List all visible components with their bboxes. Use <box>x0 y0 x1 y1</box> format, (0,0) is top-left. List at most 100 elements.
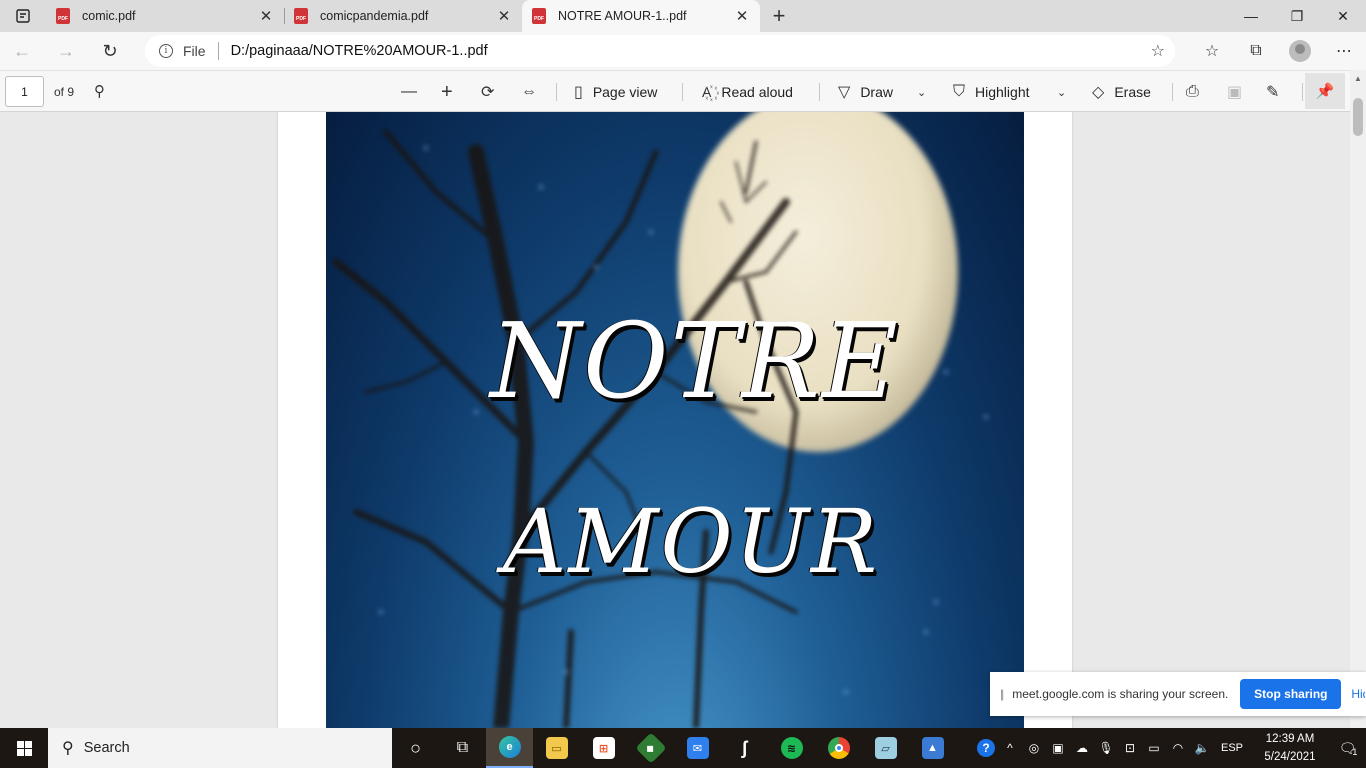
url-field[interactable]: i File D:/paginaaa/NOTRE%20AMOUR-1..pdf … <box>145 35 1175 67</box>
refresh-button[interactable]: ↻ <box>88 32 132 70</box>
scrollbar-thumb[interactable] <box>1353 98 1363 136</box>
share-message: meet.google.com is sharing your screen. <box>1012 687 1229 701</box>
vertical-scrollbar[interactable]: ▲ <box>1350 70 1366 728</box>
minimize-button[interactable]: — <box>1228 0 1274 32</box>
pdf-icon: PDF <box>532 8 546 24</box>
print-icon: ⎙ <box>1186 83 1199 100</box>
wifi-icon[interactable]: ◠ <box>1166 741 1190 755</box>
save-button[interactable]: ▣ <box>1227 71 1252 113</box>
new-tab-button[interactable]: + <box>760 0 798 32</box>
pdf-viewer[interactable]: NOTRE AMOUR <box>0 112 1350 728</box>
restore-button[interactable]: ❐ <box>1274 0 1320 32</box>
erase-label: Erase <box>1114 84 1151 100</box>
arrow-right-icon: → <box>57 40 75 61</box>
highlight-icon: ⛉ <box>953 83 966 100</box>
highlight-button[interactable]: ⛉ Highlight <box>953 71 1030 113</box>
tab-comic[interactable]: PDF comic.pdf ✕ <box>46 0 284 32</box>
profile-avatar[interactable] <box>1289 40 1311 62</box>
read-aloud-label: Read aloud <box>721 84 793 100</box>
search-icon[interactable]: ⚲ <box>94 82 105 100</box>
scroll-up-arrow-icon[interactable]: ▲ <box>1350 70 1366 86</box>
divider <box>819 83 820 101</box>
forward-button[interactable]: → <box>44 32 88 70</box>
chevron-up-icon[interactable]: ^ <box>998 741 1022 755</box>
fit-page-button[interactable]: ⇔ <box>521 71 547 113</box>
more-icon: ⋯ <box>1336 43 1352 60</box>
taskbar-app-green[interactable]: ◆ <box>627 728 674 768</box>
draw-icon: ▽ <box>838 84 851 101</box>
taskbar: ⚲ Search ○ ⧉ e ▭ ⊞ ◆ ✉ ʃ ≋ ▱ ▲ ? ^ ◎ ▣ ☁… <box>0 728 1366 768</box>
favorites-button[interactable]: ☆ <box>1190 32 1234 70</box>
taskbar-store[interactable]: ⊞ <box>580 728 627 768</box>
add-favorite-icon[interactable]: ☆ <box>1151 41 1165 61</box>
clock[interactable]: 12:39 AM 5/24/2021 <box>1250 730 1330 766</box>
highlight-label: Highlight <box>975 84 1030 100</box>
drag-handle-icon[interactable]: || <box>1000 687 1004 701</box>
tab-strip: PDF comic.pdf ✕ PDF comicpandemia.pdf ✕ … <box>0 0 1366 32</box>
taskbar-app-s[interactable]: ʃ <box>721 728 768 768</box>
tab-actions-button[interactable] <box>0 0 46 32</box>
battery-icon[interactable]: ▭ <box>1142 741 1166 755</box>
browser-actions: ☆ ⧉ ⋯ <box>1190 32 1366 70</box>
microphone-icon[interactable]: 🎙 <box>1094 741 1118 755</box>
read-aloud-button[interactable]: A꙰ Read aloud <box>702 71 793 113</box>
tab-notre-amour[interactable]: PDF NOTRE AMOUR-1..pdf ✕ <box>522 0 760 32</box>
language-indicator[interactable]: ESP <box>1214 742 1250 754</box>
gift-icon[interactable]: ▣ <box>1046 741 1070 755</box>
close-icon[interactable]: ✕ <box>496 8 512 25</box>
cover-image: NOTRE AMOUR <box>326 112 1024 728</box>
back-button[interactable]: ← <box>0 32 44 70</box>
stop-sharing-button[interactable]: Stop sharing <box>1240 679 1342 709</box>
print-button[interactable]: ⎙ <box>1186 71 1209 113</box>
zoom-in-button[interactable]: + <box>441 71 463 113</box>
save-as-button[interactable]: ✎ <box>1266 71 1289 113</box>
photos-icon: ▲ <box>921 737 944 759</box>
zoom-out-button[interactable]: — <box>401 71 427 113</box>
page-view-button[interactable]: ▯ Page view <box>574 71 657 113</box>
tab-title: comic.pdf <box>82 9 136 23</box>
taskbar-chrome[interactable] <box>815 728 862 768</box>
help-icon[interactable]: ? <box>974 739 998 757</box>
draw-options-dropdown[interactable]: ⌄ <box>917 71 936 113</box>
mail-icon: ✉ <box>686 737 709 759</box>
volume-icon[interactable]: 🔈 <box>1190 741 1214 755</box>
screen-share-notice: || meet.google.com is sharing your scree… <box>990 672 1366 716</box>
cortana-button[interactable]: ○ <box>392 728 439 768</box>
close-icon[interactable]: ✕ <box>734 8 750 25</box>
taskbar-file-explorer[interactable]: ▭ <box>533 728 580 768</box>
tab-actions-icon <box>16 9 30 23</box>
pin-toolbar-button[interactable]: 📌 <box>1305 73 1345 109</box>
taskbar-photos[interactable]: ▲ <box>909 728 956 768</box>
page-number-input[interactable]: 1 <box>5 76 44 107</box>
tab-comicpandemia[interactable]: PDF comicpandemia.pdf ✕ <box>284 0 522 32</box>
taskbar-search[interactable]: ⚲ Search <box>48 728 392 768</box>
eraser-icon: ◇ <box>1092 84 1105 101</box>
taskbar-mail[interactable]: ✉ <box>674 728 721 768</box>
highlight-options-dropdown[interactable]: ⌄ <box>1057 71 1076 113</box>
close-window-button[interactable]: ✕ <box>1320 0 1366 32</box>
pin-icon: 📌 <box>1315 83 1335 100</box>
favorites-icon: ☆ <box>1204 43 1220 60</box>
start-button[interactable] <box>0 728 48 768</box>
rotate-button[interactable]: ⟳ <box>481 71 504 113</box>
more-button[interactable]: ⋯ <box>1322 32 1366 70</box>
task-view-button[interactable]: ⧉ <box>439 728 486 768</box>
close-icon[interactable]: ✕ <box>258 8 274 25</box>
erase-button[interactable]: ◇ Erase <box>1092 71 1151 113</box>
camera-icon[interactable]: ◎ <box>1022 741 1046 755</box>
clock-time: 12:39 AM <box>1265 733 1315 745</box>
info-icon[interactable]: i <box>159 44 173 58</box>
hide-button[interactable]: Hide <box>1351 687 1365 701</box>
network-status-icon[interactable]: ⊡ <box>1118 741 1142 755</box>
store-icon: ⊞ <box>592 737 615 759</box>
taskbar-spotify[interactable]: ≋ <box>768 728 815 768</box>
onedrive-icon[interactable]: ☁ <box>1070 741 1094 755</box>
draw-button[interactable]: ▽ Draw <box>838 71 893 113</box>
draw-label: Draw <box>860 84 893 100</box>
notification-center-button[interactable]: 🗨 1 <box>1330 739 1366 758</box>
taskbar-edge[interactable]: e <box>486 728 533 768</box>
divider <box>217 42 219 60</box>
taskbar-app-notes[interactable]: ▱ <box>862 728 909 768</box>
read-aloud-icon: A꙰ <box>702 83 712 100</box>
collections-button[interactable]: ⧉ <box>1234 32 1278 70</box>
